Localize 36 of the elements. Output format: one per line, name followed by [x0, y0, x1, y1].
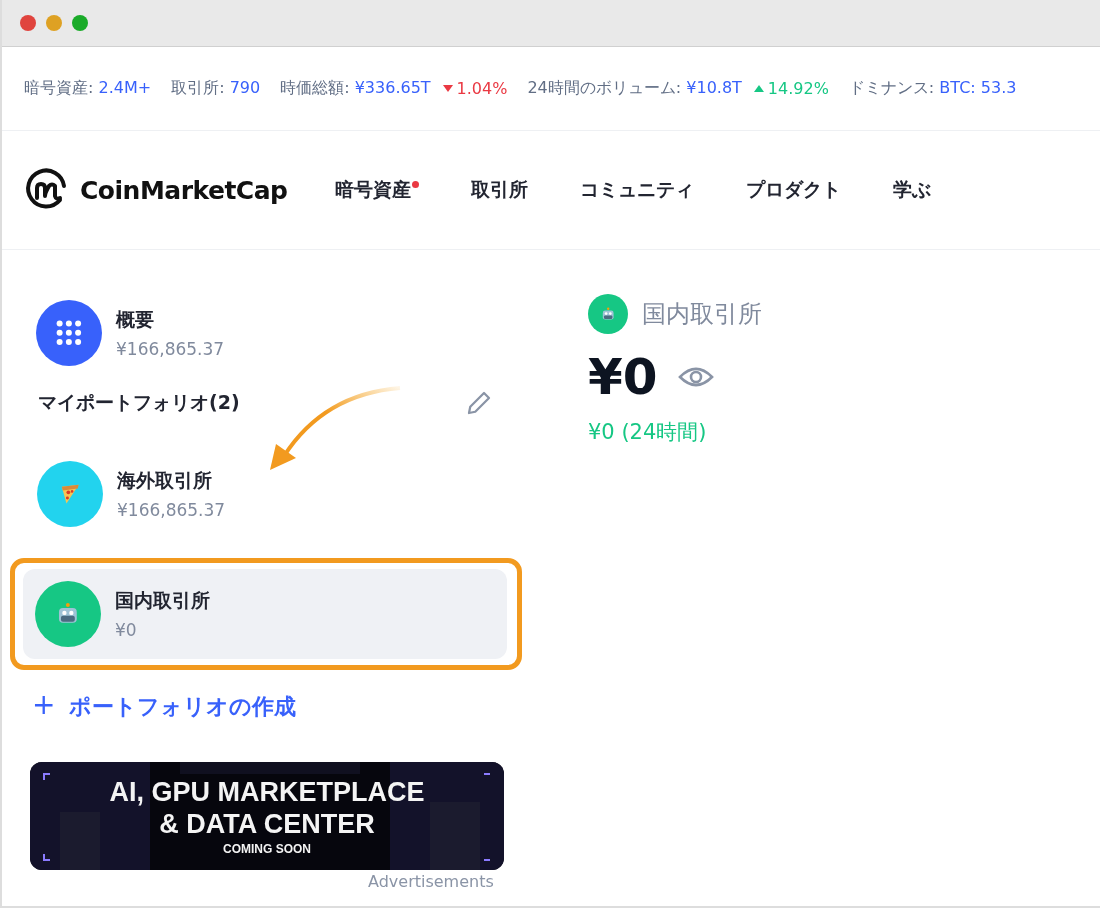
overview-item[interactable]: 概要 ¥166,865.37: [24, 288, 508, 378]
ad-banner[interactable]: AI, GPU MARKETPLACE & DATA CENTER COMING SOON: [30, 762, 504, 870]
portfolio-name: 海外取引所: [117, 468, 213, 493]
portfolio-value: ¥166,865.37: [116, 339, 225, 359]
change-value: ¥0 (24時間): [588, 419, 708, 446]
close-icon[interactable]: [20, 15, 36, 31]
portfolio-name: 国内取引所: [115, 588, 210, 613]
balance-value: ¥0: [588, 348, 658, 406]
change-value: 14.92%: [753, 79, 829, 98]
ad-caption: Advertisements: [368, 872, 494, 891]
portfolio-value: ¥0: [115, 620, 138, 640]
portfolio-title: 国内取引所: [642, 299, 762, 330]
portfolio-item[interactable]: 国内取引所 ¥0: [23, 569, 507, 659]
maximize-icon[interactable]: [72, 15, 88, 31]
eye-icon[interactable]: [677, 365, 714, 389]
logo-text[interactable]: CoinMarketCap: [80, 175, 288, 205]
create-portfolio-link[interactable]: + ポートフォリオの作成: [24, 688, 532, 722]
nav-link[interactable]: コミュニティ: [580, 177, 695, 203]
ad-subtitle: COMING SOON: [223, 842, 311, 856]
stat-item: 24時間のボリューム: ¥10.8T: [527, 78, 742, 99]
ad-headline: & DATA CENTER: [159, 808, 375, 840]
portfolio-value: ¥166,865.37: [117, 500, 226, 520]
stat-item: 時価総額: ¥336.65T: [280, 78, 431, 99]
minimize-icon[interactable]: [46, 15, 62, 31]
nav-link[interactable]: プロダクト: [746, 177, 842, 203]
nav-link[interactable]: 学ぶ: [893, 177, 932, 203]
section-heading: マイポートフォリオ(2): [38, 390, 240, 415]
change-value: 1.04%: [442, 79, 508, 98]
portfolio-item[interactable]: 海外取引所 ¥166,865.37: [25, 449, 509, 539]
portfolio-name: 概要: [116, 307, 155, 332]
stat-item: ドミナンス: BTC: 53.3: [848, 78, 1017, 99]
stat-item: 暗号資産: 2.4M+: [24, 78, 152, 99]
stat-item: 取引所: 790: [171, 78, 261, 99]
nav-link[interactable]: 取引所: [471, 177, 529, 203]
nav-link[interactable]: 暗号資産: [335, 177, 420, 203]
ad-headline: AI, GPU MARKETPLACE: [109, 776, 425, 808]
